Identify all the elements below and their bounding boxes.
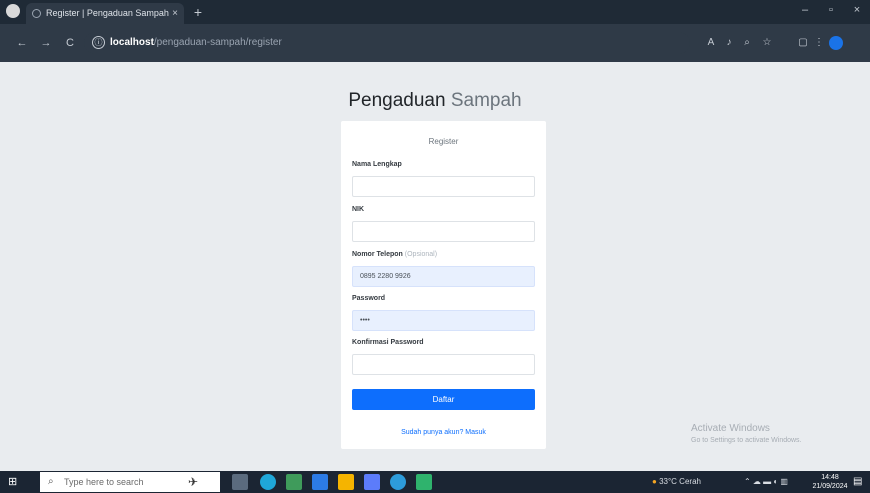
title-part-2: Sampah — [450, 90, 522, 111]
maximize-button[interactable]: ▫ — [822, 4, 840, 16]
taskbar-search-box[interactable]: ⌕ Type here to search ✈ — [40, 472, 220, 492]
optional-hint: (Opsional) — [404, 251, 438, 258]
translate-icon[interactable]: A — [704, 36, 718, 50]
weather-text: 33°C Cerah — [659, 477, 701, 486]
clock-time: 14:48 — [821, 474, 839, 481]
clock-date: 21/09/2024 — [812, 483, 848, 490]
weather-icon: ● — [652, 477, 657, 486]
taskbar-app-icon[interactable] — [286, 474, 302, 490]
store-icon[interactable] — [312, 474, 328, 490]
label-konfirmasi-password: Konfirmasi Password — [352, 339, 424, 346]
mail-icon[interactable] — [364, 474, 380, 490]
url-path: /pengaduan-sampah/register — [153, 37, 282, 48]
zoom-icon[interactable]: ⌕ — [740, 36, 754, 50]
konfirmasi-password-input[interactable] — [352, 354, 535, 375]
page-content: Pengaduan Sampah Register Nama Lengkap N… — [0, 62, 870, 471]
edge-browser-icon[interactable] — [260, 474, 276, 490]
register-card: Register Nama Lengkap NIK Nomor Telepon … — [341, 121, 546, 449]
browser-tab[interactable]: Register | Pengaduan Sampah × — [26, 3, 184, 24]
password-input[interactable] — [352, 310, 535, 331]
file-explorer-icon[interactable] — [338, 474, 354, 490]
search-highlight-icon: ✈ — [188, 475, 199, 489]
nik-input[interactable] — [352, 221, 535, 242]
read-aloud-icon[interactable]: ♪ — [722, 36, 736, 50]
url-host: localhost — [110, 37, 154, 48]
taskbar: ⊞ ⌕ Type here to search ✈ ● 33°C Cerah ⌃… — [0, 471, 870, 493]
tab-favicon-icon — [32, 9, 41, 18]
label-nomor-telepon: Nomor Telepon (Opsional) — [352, 251, 437, 258]
daftar-button[interactable]: Daftar — [352, 389, 535, 410]
extensions-icon[interactable]: ▢ — [796, 36, 810, 50]
profile-avatar[interactable] — [829, 36, 843, 50]
label-text: Nama Lengkap — [352, 161, 402, 168]
browser-tab-strip: Register | Pengaduan Sampah × + – ▫ × — [0, 0, 870, 24]
activate-windows-watermark: Activate Windows Go to Settings to activ… — [691, 423, 802, 444]
task-view-icon[interactable] — [232, 474, 248, 490]
site-info-icon[interactable]: ⓘ — [92, 36, 105, 49]
vscode-icon[interactable] — [416, 474, 432, 490]
weather-widget[interactable]: ● 33°C Cerah — [652, 475, 701, 489]
label-text: Nomor Telepon — [352, 251, 403, 258]
new-tab-button[interactable]: + — [189, 3, 207, 21]
label-nama-lengkap: Nama Lengkap — [352, 161, 402, 168]
minimize-button[interactable]: – — [796, 4, 814, 16]
back-button[interactable]: ← — [14, 35, 30, 51]
windows-start-icon[interactable]: ⊞ — [8, 476, 20, 488]
label-nik: NIK — [352, 206, 364, 213]
login-link[interactable]: Sudah punya akun? Masuk — [341, 429, 546, 436]
system-tray-icons[interactable]: ⌃ ☁ ▬ ◐ ▥ — [744, 475, 788, 489]
address-bar[interactable]: ⓘ localhost/pengaduan-sampah/register — [84, 32, 690, 54]
tab-title: Register | Pengaduan Sampah — [46, 8, 169, 18]
forward-button[interactable]: → — [38, 35, 54, 51]
reload-button[interactable]: C — [62, 35, 78, 51]
browser-toolbar: ← → C ⓘ localhost/pengaduan-sampah/regis… — [0, 24, 870, 62]
nomor-telepon-input[interactable] — [352, 266, 535, 287]
watermark-subtitle: Go to Settings to activate Windows. — [691, 437, 802, 444]
card-header: Register — [428, 137, 459, 146]
browser-profile-badge[interactable] — [6, 4, 20, 18]
label-password: Password — [352, 295, 385, 302]
title-part-1: Pengaduan — [348, 90, 446, 111]
chrome-icon[interactable] — [390, 474, 406, 490]
close-window-button[interactable]: × — [848, 4, 866, 16]
label-text: Password — [352, 295, 386, 302]
label-text: Konfirmasi Password — [352, 339, 424, 346]
nama-lengkap-input[interactable] — [352, 176, 535, 197]
notification-icon[interactable]: ▤ — [853, 476, 865, 488]
star-icon[interactable]: ☆ — [760, 36, 774, 50]
label-text: NIK — [352, 206, 365, 213]
watermark-title: Activate Windows — [691, 423, 770, 434]
tab-close-icon[interactable]: × — [172, 3, 178, 24]
search-placeholder: Type here to search — [64, 477, 144, 487]
menu-icon[interactable]: ⋮ — [812, 36, 826, 50]
search-icon: ⌕ — [48, 476, 54, 487]
page-title: Pengaduan Sampah — [0, 90, 870, 112]
taskbar-clock[interactable]: 14:48 21/09/2024 — [810, 473, 850, 491]
